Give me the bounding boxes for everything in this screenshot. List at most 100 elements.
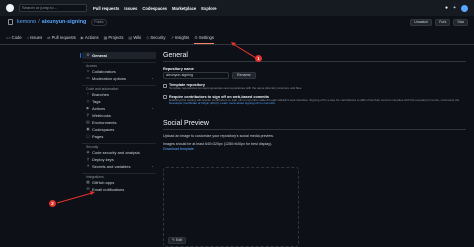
sidebar-item-label: Deploy keys — [92, 157, 114, 162]
sidebar-item-general[interactable]: ⚙ General — [80, 52, 156, 59]
sidebar-item-label: Webhooks — [92, 113, 111, 118]
global-header: Search or jump to... Pull requests Issue… — [0, 0, 474, 16]
sidebar-item-label: Actions — [92, 106, 106, 111]
repo-name-label: Repository name — [163, 67, 194, 71]
sidebar-item-codespaces[interactable]: ▣ Codespaces — [82, 126, 156, 133]
code-icon: <> — [6, 35, 11, 40]
shield-icon: ◈ — [86, 150, 90, 154]
sidebar-item-environments[interactable]: ▤ Environments — [82, 119, 156, 126]
learn-more-link[interactable]: Learn more about signing off on commits. — [220, 101, 275, 105]
tab-label: Projects — [108, 35, 124, 40]
edit-button[interactable]: ✎ Edit — [168, 237, 187, 244]
people-icon: ☺ — [86, 69, 90, 73]
sidebar-item-label: Collaborators — [92, 69, 116, 74]
header-actions: ● + — [445, 4, 468, 12]
tab-insights[interactable]: ↗ Insights — [170, 35, 189, 44]
nav-marketplace[interactable]: Marketplace — [172, 6, 196, 11]
sidebar-item-tags[interactable]: ◇ Tags — [82, 98, 156, 105]
graph-icon: ↗ — [170, 35, 174, 40]
browser-icon: ▢ — [86, 134, 90, 138]
tab-security[interactable]: ◇ Security — [146, 35, 165, 44]
play-icon: ▶ — [80, 35, 84, 40]
mail-icon: ✉ — [86, 187, 90, 191]
star-button[interactable]: Star — [453, 19, 468, 26]
repo-buttons: Unwatch Fork Star — [410, 19, 468, 26]
sidebar-item-collaborators[interactable]: ☺ Collaborators — [82, 68, 156, 75]
sidebar-item-label: Code security and analysis — [92, 150, 140, 155]
fork-button[interactable]: Fork — [435, 19, 451, 26]
signoff-checkbox[interactable] — [163, 95, 167, 100]
repo-name-input[interactable]: aixunyun-signing — [163, 72, 229, 79]
repo-name-row: aixunyun-signing Rename — [163, 72, 466, 79]
bell-icon[interactable]: ● — [445, 5, 448, 11]
repo-name-link[interactable]: aixunyun-signing — [42, 19, 87, 25]
chevron-down-icon: ⌄ — [150, 76, 154, 80]
tab-label: Settings — [198, 35, 214, 40]
sidebar-item-code-security[interactable]: ◈ Code security and analysis — [82, 149, 156, 156]
annotation-marker-2: 2 — [49, 200, 56, 207]
rename-button[interactable]: Rename — [232, 72, 256, 79]
repo-owner-link[interactable]: kemono — [17, 19, 36, 25]
sidebar-item-github-apps[interactable]: ▦ GitHub apps — [82, 179, 156, 186]
settings-main: General Repository name aixunyun-signing… — [163, 52, 466, 151]
tab-label: Code — [11, 35, 22, 40]
tab-issues[interactable]: ○ Issues — [27, 35, 43, 44]
arrow-line-2 — [56, 192, 93, 204]
apps-icon: ▦ — [86, 180, 90, 184]
issue-icon: ○ — [26, 35, 30, 40]
sidebar-item-secrets[interactable]: ✳ Secrets and variables ⌄ — [82, 163, 156, 170]
download-template-link[interactable]: Download template — [163, 147, 466, 151]
tab-label: Insights — [174, 35, 190, 40]
sidebar-item-deploy-keys[interactable]: ⚷ Deploy keys — [82, 156, 156, 163]
nav-explore[interactable]: Explore — [201, 6, 216, 11]
signoff-setting: Require contributors to sign off on web-… — [163, 95, 466, 106]
tab-settings[interactable]: ⚙ Settings — [194, 35, 214, 44]
asterisk-icon: ✳ — [86, 164, 90, 168]
settings-sidebar: ⚙ General Access ☺ Collaborators ▭ Moderati… — [80, 52, 156, 193]
social-preview-title: Social Preview — [163, 120, 466, 130]
visibility-badge: Public — [91, 19, 107, 26]
tab-label: Actions — [84, 35, 99, 40]
play-icon: ▶ — [86, 106, 90, 110]
tab-code[interactable]: <> Code — [6, 35, 22, 44]
edit-button-label: Edit — [176, 238, 183, 242]
tab-actions[interactable]: ▶ Actions — [81, 35, 99, 44]
avatar[interactable] — [461, 4, 468, 12]
tab-pull-requests[interactable]: ⇄ Pull requests — [47, 35, 76, 44]
template-desc: Template repositories let users generate… — [169, 86, 303, 90]
branch-icon: ⑂ — [86, 92, 90, 96]
repo-title: kemono / aixunyun-signing Public — [8, 19, 107, 26]
sidebar-item-label: Environments — [92, 120, 117, 125]
github-logo-icon[interactable] — [6, 4, 14, 12]
sidebar-item-label: Secrets and variables — [92, 164, 131, 169]
tab-label: Pull requests — [51, 35, 76, 40]
sidebar-item-pages[interactable]: ▢ Pages — [82, 133, 156, 140]
unwatch-button[interactable]: Unwatch — [410, 19, 433, 26]
search-input[interactable]: Search or jump to... — [19, 4, 87, 12]
tab-projects[interactable]: ▦ Projects — [104, 35, 124, 44]
plus-icon[interactable]: + — [453, 5, 456, 11]
sidebar-item-webhooks[interactable]: ⚲ Webhooks — [82, 112, 156, 119]
sidebar-item-label: Moderation options — [92, 76, 127, 81]
sidebar-item-actions[interactable]: ▶ Actions ⌄ — [82, 105, 156, 112]
table-icon: ▦ — [103, 35, 108, 40]
key-icon: ⚷ — [86, 157, 90, 161]
social-preview-dropzone[interactable]: ✎ Edit — [163, 167, 299, 247]
signoff-desc: Enabling this setting will require contr… — [169, 98, 466, 106]
template-checkbox[interactable] — [163, 83, 167, 88]
sidebar-item-label: Pages — [92, 134, 104, 139]
sidebar-item-label: Branches — [92, 92, 109, 97]
nav-issues[interactable]: Issues — [124, 6, 137, 11]
sidebar-item-branches[interactable]: ⑂ Branches — [82, 91, 156, 98]
gear-icon: ⚙ — [194, 35, 198, 40]
gear-icon: ⚙ — [86, 53, 90, 57]
comment-icon: ▭ — [86, 76, 90, 80]
sidebar-item-label: General — [92, 53, 107, 58]
tab-wiki[interactable]: ▤ Wiki — [129, 35, 142, 44]
sidebar-item-email-notifications[interactable]: ✉ Email notifications — [82, 186, 156, 193]
repo-separator: / — [38, 19, 40, 26]
dco-link[interactable]: Developer Certificate of Origin (DCO). — [169, 101, 220, 105]
sidebar-item-moderation[interactable]: ▭ Moderation options ⌄ — [82, 75, 156, 82]
nav-pull-requests[interactable]: Pull requests — [93, 6, 119, 11]
nav-codespaces[interactable]: Codespaces — [142, 6, 167, 11]
